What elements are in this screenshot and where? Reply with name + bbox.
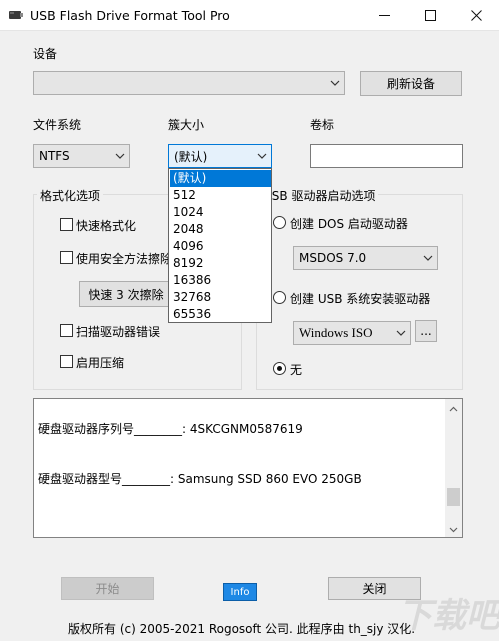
device-label: 设备 xyxy=(33,47,58,61)
usb-install-label: 创建 USB 系统安装驱动器 xyxy=(290,292,431,306)
filesystem-select-value: NTFS xyxy=(39,149,70,163)
dos-version-select[interactable]: MSDOS 7.0 xyxy=(293,246,438,270)
cluster-size-dropdown: (默认) 512 1024 2048 4096 8192 16386 32768… xyxy=(168,168,272,323)
chevron-down-icon xyxy=(396,330,406,336)
dos-boot-label: 创建 DOS 启动驱动器 xyxy=(290,217,408,231)
info-scrollbar[interactable] xyxy=(445,399,462,537)
chevron-down-icon xyxy=(257,153,267,159)
compression-label: 启用压缩 xyxy=(76,356,125,370)
maximize-icon xyxy=(424,10,436,21)
filesystem-select[interactable]: NTFS xyxy=(33,144,130,168)
boot-options-title: USB 驱动器启动选项 xyxy=(260,187,379,204)
chevron-down-icon xyxy=(115,153,125,159)
compression-checkbox[interactable] xyxy=(60,355,73,368)
format-options-title: 格式化选项 xyxy=(37,187,104,204)
start-button[interactable]: 开始 xyxy=(61,577,154,600)
minimize-button[interactable] xyxy=(361,0,407,31)
site-watermark: 下载吧 xyxy=(398,596,499,636)
cluster-option[interactable]: 2048 xyxy=(170,221,271,238)
cluster-option[interactable]: 512 xyxy=(170,187,271,204)
cluster-size-select[interactable]: (默认) xyxy=(168,144,272,168)
quick-format-label: 快速格式化 xyxy=(76,219,137,233)
cluster-option[interactable]: (默认) xyxy=(170,170,271,187)
quick-format-checkbox[interactable] xyxy=(60,218,73,231)
device-select[interactable] xyxy=(33,71,345,95)
dos-boot-radio[interactable] xyxy=(273,216,286,229)
cluster-size-label: 簇大小 xyxy=(168,118,205,132)
chevron-down-icon xyxy=(330,80,340,86)
cluster-option[interactable]: 16386 xyxy=(170,272,271,289)
no-boot-radio[interactable] xyxy=(273,362,286,375)
usb-install-radio[interactable] xyxy=(273,291,286,304)
cluster-option[interactable]: 32768 xyxy=(170,289,271,306)
erase-passes-button[interactable]: 快速 3 次擦除 xyxy=(79,281,173,307)
minimize-icon xyxy=(378,14,390,16)
cluster-option[interactable]: 4096 xyxy=(170,238,271,255)
secure-erase-checkbox[interactable] xyxy=(60,251,73,264)
cluster-size-select-value: (默认) xyxy=(174,149,208,164)
cluster-option[interactable]: 8192 xyxy=(170,255,271,272)
drive-serial-text: 硬盘驱动器序列号________: 4SKCGNM0587619 xyxy=(38,422,303,436)
secure-erase-label: 使用安全方法擦除 xyxy=(76,252,173,266)
scroll-down-icon[interactable] xyxy=(449,523,458,533)
filesystem-label: 文件系统 xyxy=(33,118,82,132)
cluster-option[interactable]: 1024 xyxy=(170,204,271,221)
no-boot-label: 无 xyxy=(290,363,303,377)
close-icon xyxy=(470,10,482,21)
dos-version-value: MSDOS 7.0 xyxy=(299,251,367,265)
refresh-devices-button[interactable]: 刷新设备 xyxy=(360,71,462,96)
maximize-button[interactable] xyxy=(407,0,453,31)
scan-errors-label: 扫描驱动器错误 xyxy=(76,325,161,339)
usb-drive-icon xyxy=(8,8,24,22)
browse-iso-button[interactable]: ... xyxy=(415,320,437,342)
scroll-thumb[interactable] xyxy=(447,488,460,506)
iso-type-value: Windows ISO xyxy=(299,325,373,340)
iso-type-select[interactable]: Windows ISO xyxy=(293,321,411,345)
drive-info-pane[interactable] xyxy=(33,398,463,538)
cluster-option[interactable]: 65536 xyxy=(170,306,271,323)
scroll-up-icon[interactable] xyxy=(449,403,458,412)
scan-errors-checkbox[interactable] xyxy=(60,324,73,337)
volume-label-label: 卷标 xyxy=(310,118,335,132)
info-button[interactable]: Info xyxy=(223,583,257,601)
copyright-text: 版权所有 (c) 2005-2021 Rogosoft 公司. 此程序由 th_… xyxy=(68,622,416,636)
chevron-down-icon xyxy=(423,255,433,261)
close-window-button[interactable] xyxy=(453,0,499,31)
volume-label-input[interactable] xyxy=(310,144,463,168)
drive-model-text: 硬盘驱动器型号________: Samsung SSD 860 EVO 250… xyxy=(38,472,362,486)
window-title: USB Flash Drive Format Tool Pro xyxy=(30,8,230,23)
